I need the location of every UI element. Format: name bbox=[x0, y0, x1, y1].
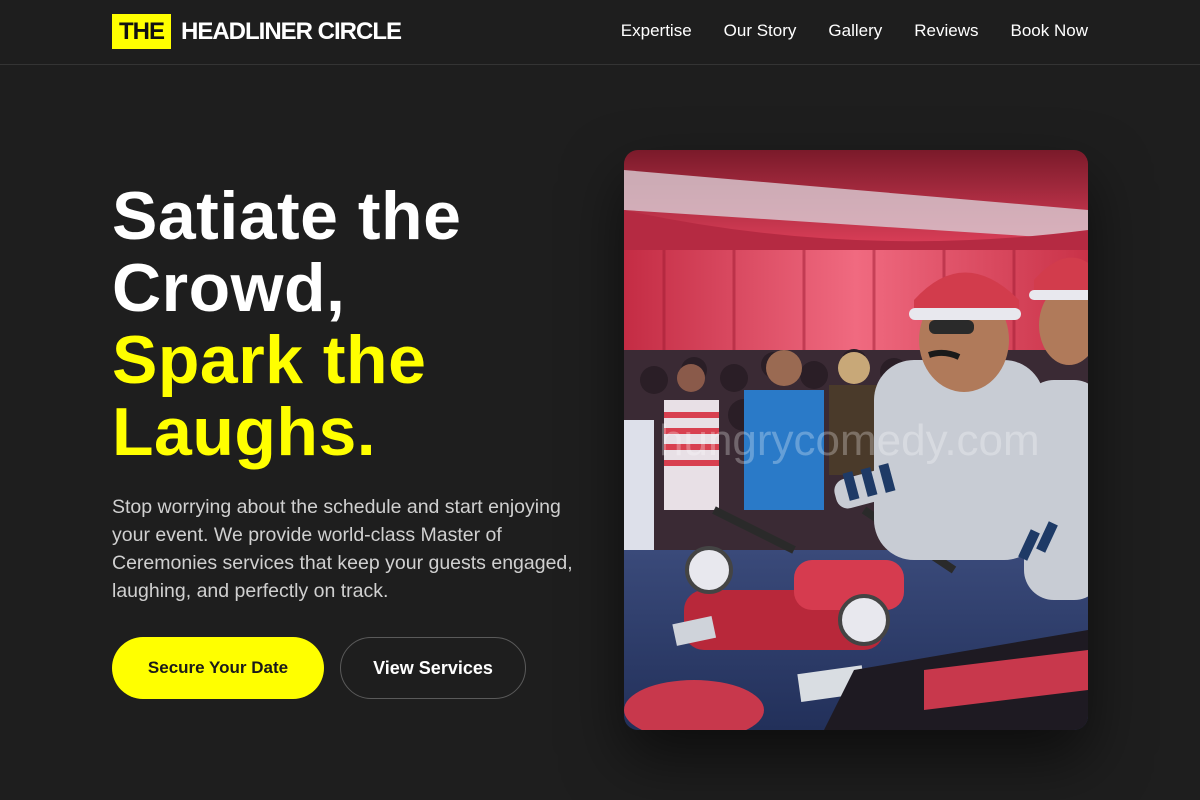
site-header: THE HEADLINER CIRCLE Expertise Our Story… bbox=[0, 0, 1200, 65]
hero-photo: hungrycomedy.com bbox=[624, 150, 1088, 730]
logo-wordmark: HEADLINER CIRCLE bbox=[181, 17, 402, 45]
brand-logo[interactable]: THE HEADLINER CIRCLE bbox=[112, 14, 402, 49]
nav-reviews[interactable]: Reviews bbox=[914, 21, 978, 41]
nav-book-now[interactable]: Book Now bbox=[1011, 21, 1088, 41]
headline-line-3: Spark the bbox=[112, 322, 427, 398]
logo-badge: THE bbox=[112, 14, 171, 49]
headline-line-2: Crowd, bbox=[112, 250, 346, 326]
nav-gallery[interactable]: Gallery bbox=[828, 21, 882, 41]
view-services-button[interactable]: View Services bbox=[340, 637, 526, 699]
hero-description: Stop worrying about the schedule and sta… bbox=[112, 496, 573, 602]
headline-line-4: Laughs. bbox=[112, 394, 377, 470]
watermark-text: hungrycomedy.com bbox=[659, 416, 1040, 465]
headline-line-1: Satiate the bbox=[112, 178, 462, 254]
main-nav: Expertise Our Story Gallery Reviews Book… bbox=[621, 0, 1088, 62]
nav-our-story[interactable]: Our Story bbox=[724, 21, 797, 41]
hero-photo-illustration: hungrycomedy.com bbox=[624, 150, 1088, 730]
secure-date-button[interactable]: Secure Your Date bbox=[112, 637, 324, 699]
hero-headline: Satiate the Crowd, Spark the Laughs. bbox=[112, 180, 592, 468]
nav-expertise[interactable]: Expertise bbox=[621, 21, 692, 41]
